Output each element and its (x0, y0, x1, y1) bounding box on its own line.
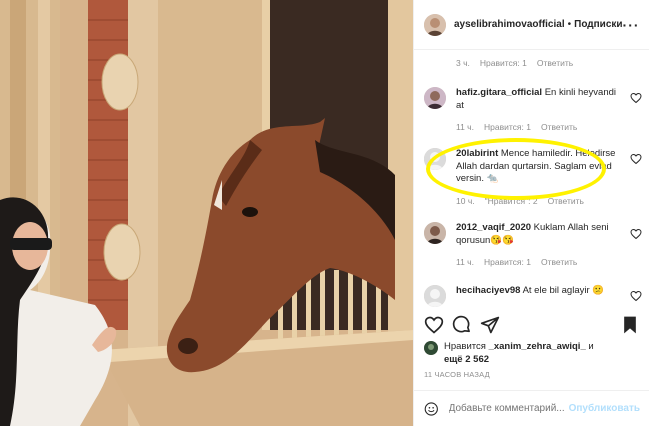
share-paper-plane-icon[interactable] (480, 315, 500, 335)
likes-more-prefix: ещё (444, 354, 466, 365)
author-avatar[interactable] (424, 13, 446, 36)
comment-meta: 3 ч. Нравится: 1 Ответить (456, 58, 616, 68)
liker-avatar[interactable] (424, 341, 438, 355)
yellow-highlight-circle (426, 138, 606, 200)
add-comment-bar: Опубликовать (414, 390, 649, 426)
likes-summary: Нравится _xanim_zehra_awiqi_ и ещё 2 562 (424, 340, 644, 366)
comment-item: 3 ч. Нравится: 1 Ответить (424, 58, 644, 68)
like-comment-heart-icon[interactable] (630, 153, 642, 165)
reply-button[interactable]: Ответить (537, 58, 573, 68)
horse-stable-photo (0, 0, 413, 426)
comment-meta: 11 ч. Нравится: 1 Ответить (456, 122, 616, 132)
post-photo[interactable] (0, 0, 413, 426)
comment-meta: 11 ч. Нравится: 1 Ответить (456, 257, 616, 267)
liker-username[interactable]: _xanim_zehra_awiqi_ (489, 341, 586, 352)
post-actions-bar (414, 310, 649, 340)
comment-text: At ele bil aglayir 😕 (522, 285, 605, 296)
reply-button[interactable]: Ответить (541, 257, 577, 267)
likes-middle: и (585, 341, 594, 352)
post-side-panel: ayselibrahimovaofficial • Подписки ··· 3… (413, 0, 649, 426)
post-header: ayselibrahimovaofficial • Подписки ··· (414, 0, 649, 50)
like-comment-heart-icon[interactable] (630, 228, 642, 240)
publish-button[interactable]: Опубликовать (569, 403, 640, 414)
comments-list[interactable]: 3 ч. Нравится: 1 Ответить hafiz.gitara_o… (414, 50, 649, 308)
more-options-icon[interactable]: ··· (623, 17, 640, 33)
commenter-avatar[interactable] (424, 87, 446, 109)
commenter-avatar[interactable] (424, 285, 446, 307)
like-comment-heart-icon[interactable] (630, 92, 642, 104)
comment-likes[interactable]: Нравится: 1 (484, 257, 531, 267)
comment-item: hecihaciyev98 At ele bil aglayir 😕 (424, 285, 644, 307)
post-timestamp[interactable]: 11 ЧАСОВ НАЗАД (424, 370, 490, 379)
comment-time: 11 ч. (456, 122, 474, 132)
like-heart-icon[interactable] (424, 315, 444, 335)
likes-count[interactable]: 2 562 (465, 354, 489, 365)
author-username[interactable]: ayselibrahimovaofficial (454, 19, 565, 30)
following-button[interactable]: Подписки (574, 19, 622, 30)
comment-time: 11 ч. (456, 257, 474, 267)
comment-username[interactable]: hafiz.gitara_official (456, 87, 542, 98)
commenter-avatar[interactable] (424, 222, 446, 244)
emoji-smiley-icon[interactable] (424, 400, 439, 418)
comment-bubble-icon[interactable] (452, 315, 472, 335)
comment-time: 3 ч. (456, 58, 470, 68)
header-separator: • (567, 19, 572, 30)
reply-button[interactable]: Ответить (541, 122, 577, 132)
comment-time: 10 ч. (456, 195, 475, 206)
save-bookmark-icon[interactable] (620, 315, 640, 335)
comment-item: hafiz.gitara_official En kinli heyvandi … (424, 87, 644, 132)
add-comment-input[interactable] (448, 403, 569, 414)
comment-username[interactable]: 2012_vaqif_2020 (456, 222, 531, 233)
comment-likes[interactable]: Нравится: 1 (484, 122, 531, 132)
comment-username[interactable]: hecihaciyev98 (456, 285, 520, 296)
like-comment-heart-icon[interactable] (630, 290, 642, 302)
likes-prefix: Нравится (444, 341, 489, 352)
comment-item: 2012_vaqif_2020 Kuklam Allah seni qorusu… (424, 222, 644, 267)
comment-likes[interactable]: Нравится: 1 (480, 58, 527, 68)
